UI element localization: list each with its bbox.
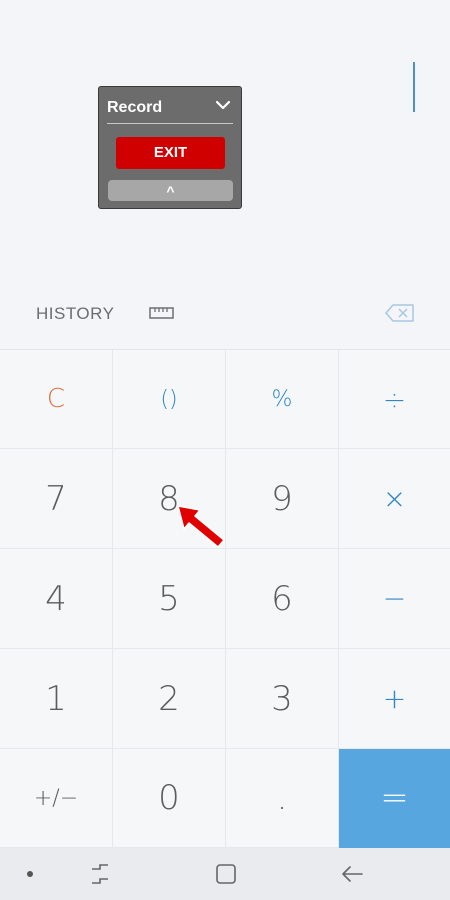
digit-6-button[interactable]: 6	[226, 549, 339, 649]
digit-2-button[interactable]: 2	[113, 649, 226, 749]
system-navigation-bar	[0, 848, 450, 900]
pointer-arrow-icon	[177, 505, 225, 548]
parentheses-button[interactable]: ()	[113, 350, 226, 449]
text-cursor	[413, 62, 415, 112]
divide-button[interactable]: ÷	[339, 350, 450, 449]
recent-apps-icon[interactable]	[88, 863, 112, 885]
digit-7-button[interactable]: 7	[0, 449, 113, 549]
plus-minus-button[interactable]: +/−	[0, 749, 113, 848]
ruler-icon[interactable]	[149, 307, 174, 319]
add-button[interactable]: +	[339, 649, 450, 749]
clear-button[interactable]: C	[0, 350, 113, 449]
overlay-divider	[107, 123, 233, 124]
decimal-point-button[interactable]: .	[226, 749, 339, 848]
overlay-title: Record	[107, 99, 163, 116]
display-area: Record EXIT ^	[0, 0, 450, 290]
history-button[interactable]: HISTORY	[36, 304, 114, 324]
digit-1-button[interactable]: 1	[0, 649, 113, 749]
collapse-button[interactable]: ^	[108, 180, 233, 201]
calculator-toolbar: HISTORY	[0, 290, 450, 350]
home-icon[interactable]	[215, 863, 237, 885]
keypad: C () % ÷ 7 8 9 × 4 5 6 − 1 2 3 + +/− 0 .…	[0, 350, 450, 848]
percent-button[interactable]: %	[226, 350, 339, 449]
dot-icon[interactable]	[27, 871, 33, 877]
subtract-button[interactable]: −	[339, 549, 450, 649]
digit-5-button[interactable]: 5	[113, 549, 226, 649]
multiply-button[interactable]: ×	[339, 449, 450, 549]
record-overlay: Record EXIT ^	[98, 86, 242, 209]
digit-3-button[interactable]: 3	[226, 649, 339, 749]
chevron-down-icon[interactable]	[215, 97, 231, 113]
digit-9-button[interactable]: 9	[226, 449, 339, 549]
equals-button[interactable]: =	[339, 749, 450, 848]
backspace-icon[interactable]	[385, 304, 415, 322]
exit-button[interactable]: EXIT	[116, 137, 225, 169]
digit-0-button[interactable]: 0	[113, 749, 226, 848]
back-icon[interactable]	[340, 864, 364, 884]
digit-4-button[interactable]: 4	[0, 549, 113, 649]
